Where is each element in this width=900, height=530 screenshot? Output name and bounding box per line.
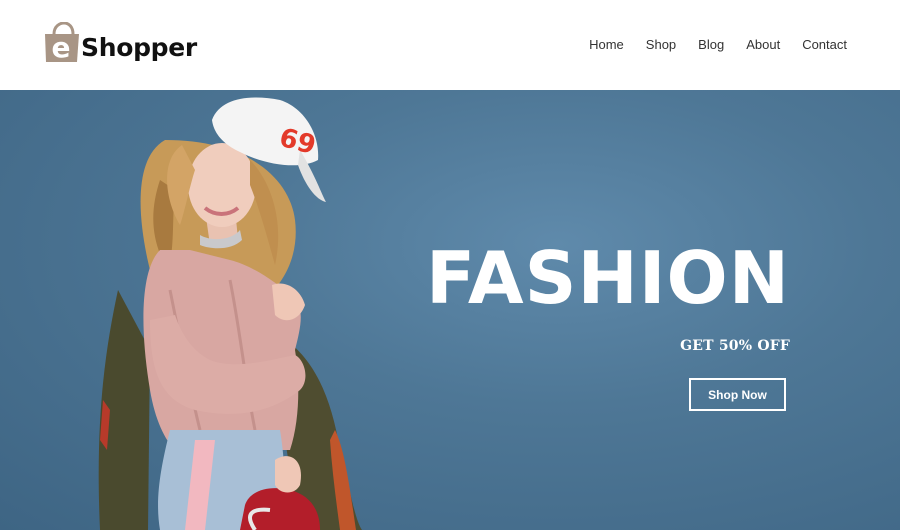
- logo[interactable]: e Shopper: [42, 20, 197, 66]
- site-header: e Shopper Home Shop Blog About Contact: [0, 0, 900, 90]
- logo-text: Shopper: [81, 32, 197, 62]
- hero-model-image: 69: [98, 97, 362, 530]
- nav-shop[interactable]: Shop: [646, 36, 676, 54]
- hero-subtitle: GET 50% OFF: [680, 338, 790, 354]
- nav-contact[interactable]: Contact: [802, 36, 847, 54]
- main-nav: Home Shop Blog About Contact: [589, 36, 847, 54]
- shop-now-button[interactable]: Shop Now: [689, 378, 786, 411]
- nav-about[interactable]: About: [746, 36, 780, 54]
- nav-home[interactable]: Home: [589, 36, 624, 54]
- hero-title: FASHION: [425, 236, 790, 320]
- nav-blog[interactable]: Blog: [698, 36, 724, 54]
- hero-banner: 69 FASHION GET 50% OFF Shop Now: [0, 90, 900, 530]
- shopping-bag-logo-icon: e: [42, 22, 82, 64]
- logo-letter: e: [52, 31, 71, 64]
